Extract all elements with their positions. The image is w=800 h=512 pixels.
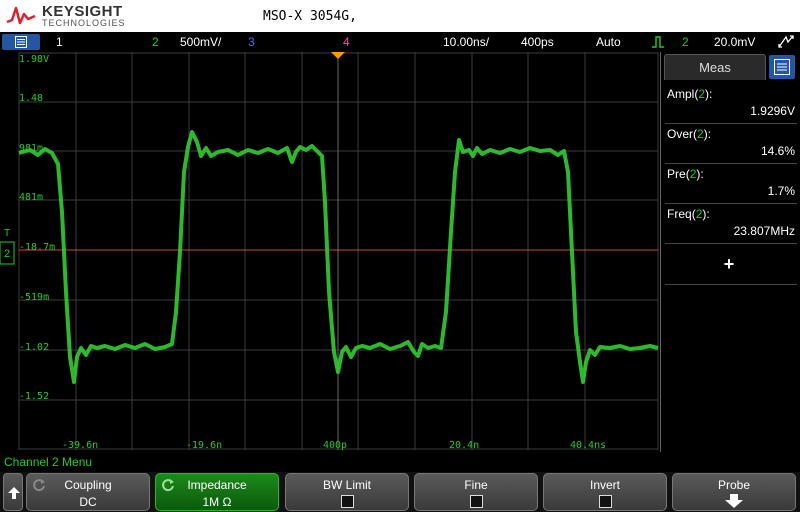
softkey-bar: Coupling DC Impedance 1M Ω BW Limit Fine… <box>0 472 800 512</box>
measurement-channel: 2 <box>697 127 704 141</box>
fine-checkbox[interactable] <box>470 495 483 508</box>
timebase-scale[interactable]: 10.00ns/ <box>443 35 489 49</box>
panel-menu-button[interactable] <box>769 55 795 79</box>
channel-4-label[interactable]: 4 <box>343 35 350 49</box>
measurement-channel: 2 <box>695 207 703 221</box>
x-label: 20.4n <box>449 440 479 451</box>
y-label: 1.48 <box>19 93 43 104</box>
measurement-value: 23.807MHz <box>733 224 795 238</box>
y-label: 1.98V <box>19 54 49 65</box>
panel-divider <box>665 284 797 285</box>
x-label: 40.4ns <box>570 440 606 451</box>
y-label: -18.7m <box>19 242 55 253</box>
softkey-label: Fine <box>464 478 488 492</box>
measurement-pre[interactable]: Pre(2): 1.7% <box>665 164 797 204</box>
y-label: -519m <box>19 292 49 303</box>
tab-meas[interactable]: Meas <box>664 54 766 80</box>
y-label: 981m <box>19 143 43 154</box>
softkey-label: Coupling <box>64 478 112 492</box>
arrow-down-icon <box>725 494 743 508</box>
trigger-level[interactable]: 20.0mV <box>714 35 755 49</box>
x-label: -39.6n <box>62 440 98 451</box>
measurement-channel: 2 <box>698 87 706 101</box>
keysight-logo-icon <box>6 6 36 25</box>
arrow-up-icon <box>8 487 20 499</box>
softkey-label: Invert <box>589 478 620 492</box>
header-bar: KEYSIGHT TECHNOLOGIES MSO-X 3054G, <box>0 0 800 32</box>
measurement-name: Freq <box>667 207 692 221</box>
measurement-channel: 2 <box>689 167 697 181</box>
fine-softkey[interactable]: Fine <box>414 473 538 511</box>
coupling-softkey[interactable]: Coupling DC <box>26 473 150 511</box>
measurement-label: Over(2): <box>667 127 712 141</box>
measurement-label: Ampl(2): <box>667 87 713 101</box>
softkey-value: DC <box>79 495 97 509</box>
impedance-softkey[interactable]: Impedance 1M Ω <box>155 473 279 511</box>
model-name: MSO-X 3054G, <box>263 9 357 24</box>
bw-limit-softkey[interactable]: BW Limit <box>285 473 409 511</box>
measurement-name: Pre <box>667 167 686 181</box>
menu-back-button[interactable] <box>3 473 23 511</box>
sample-interval: 400ps <box>521 35 554 49</box>
main-menu-button[interactable] <box>2 34 40 50</box>
measurement-ampl[interactable]: Ampl(2): 1.9296V <box>665 84 797 124</box>
panel-list-icon <box>774 59 790 75</box>
menu-title: Channel 2 Menu <box>4 455 93 469</box>
channel-1-label[interactable]: 1 <box>56 35 63 49</box>
waveform-display[interactable]: 1.98V 1.48 981m 481m -18.7m -519m -1.02 … <box>0 52 660 452</box>
measurement-value: 1.9296V <box>750 104 795 118</box>
invert-checkbox[interactable] <box>599 495 612 508</box>
measurement-label: Pre(2): <box>667 167 704 181</box>
measurement-name: Over <box>667 127 694 141</box>
rising-edge-icon <box>652 36 664 48</box>
channel-2-label[interactable]: 2 <box>152 35 159 49</box>
trigger-level-marker: T <box>4 228 10 239</box>
brand-subtitle: TECHNOLOGIES <box>42 18 126 28</box>
softkey-value: 1M Ω <box>202 495 232 509</box>
measurement-value: 1.7% <box>767 184 795 198</box>
channel-3-label[interactable]: 3 <box>248 35 255 49</box>
y-label: -1.52 <box>19 391 49 402</box>
trigger-mode[interactable]: Auto <box>596 35 621 49</box>
measurement-panel: Meas Ampl(2): 1.9296V Over(2): 14.6% Pre… <box>660 52 800 452</box>
y-label: -1.02 <box>19 342 49 353</box>
y-label: 481m <box>19 192 43 203</box>
probe-softkey[interactable]: Probe <box>672 473 796 511</box>
bw-limit-checkbox[interactable] <box>341 495 354 508</box>
add-measurement-button[interactable]: + <box>719 254 739 274</box>
softkey-label: Impedance <box>187 478 247 492</box>
channel-2-marker-label: 2 <box>4 248 10 260</box>
softkey-label: Probe <box>717 478 751 492</box>
invert-softkey[interactable]: Invert <box>543 473 667 511</box>
measurement-over[interactable]: Over(2): 14.6% <box>665 124 797 164</box>
measurement-freq[interactable]: Freq(2): 23.807MHz <box>665 204 797 244</box>
touch-gesture-icon[interactable] <box>776 34 796 50</box>
channel-2-scale[interactable]: 500mV/ <box>180 35 221 49</box>
measurement-name: Ampl <box>667 87 695 101</box>
menu-list-icon <box>15 36 27 48</box>
x-label: -19.6n <box>186 440 222 451</box>
x-label: 400p <box>323 440 347 451</box>
softkey-label: BW Limit <box>323 478 371 492</box>
measurement-label: Freq(2): <box>667 207 710 221</box>
trigger-channel[interactable]: 2 <box>682 35 689 49</box>
status-bar: 1 2 500mV/ 3 4 10.00ns/ 400ps Auto 2 20.… <box>0 32 800 52</box>
measurement-value: 14.6% <box>760 144 795 158</box>
